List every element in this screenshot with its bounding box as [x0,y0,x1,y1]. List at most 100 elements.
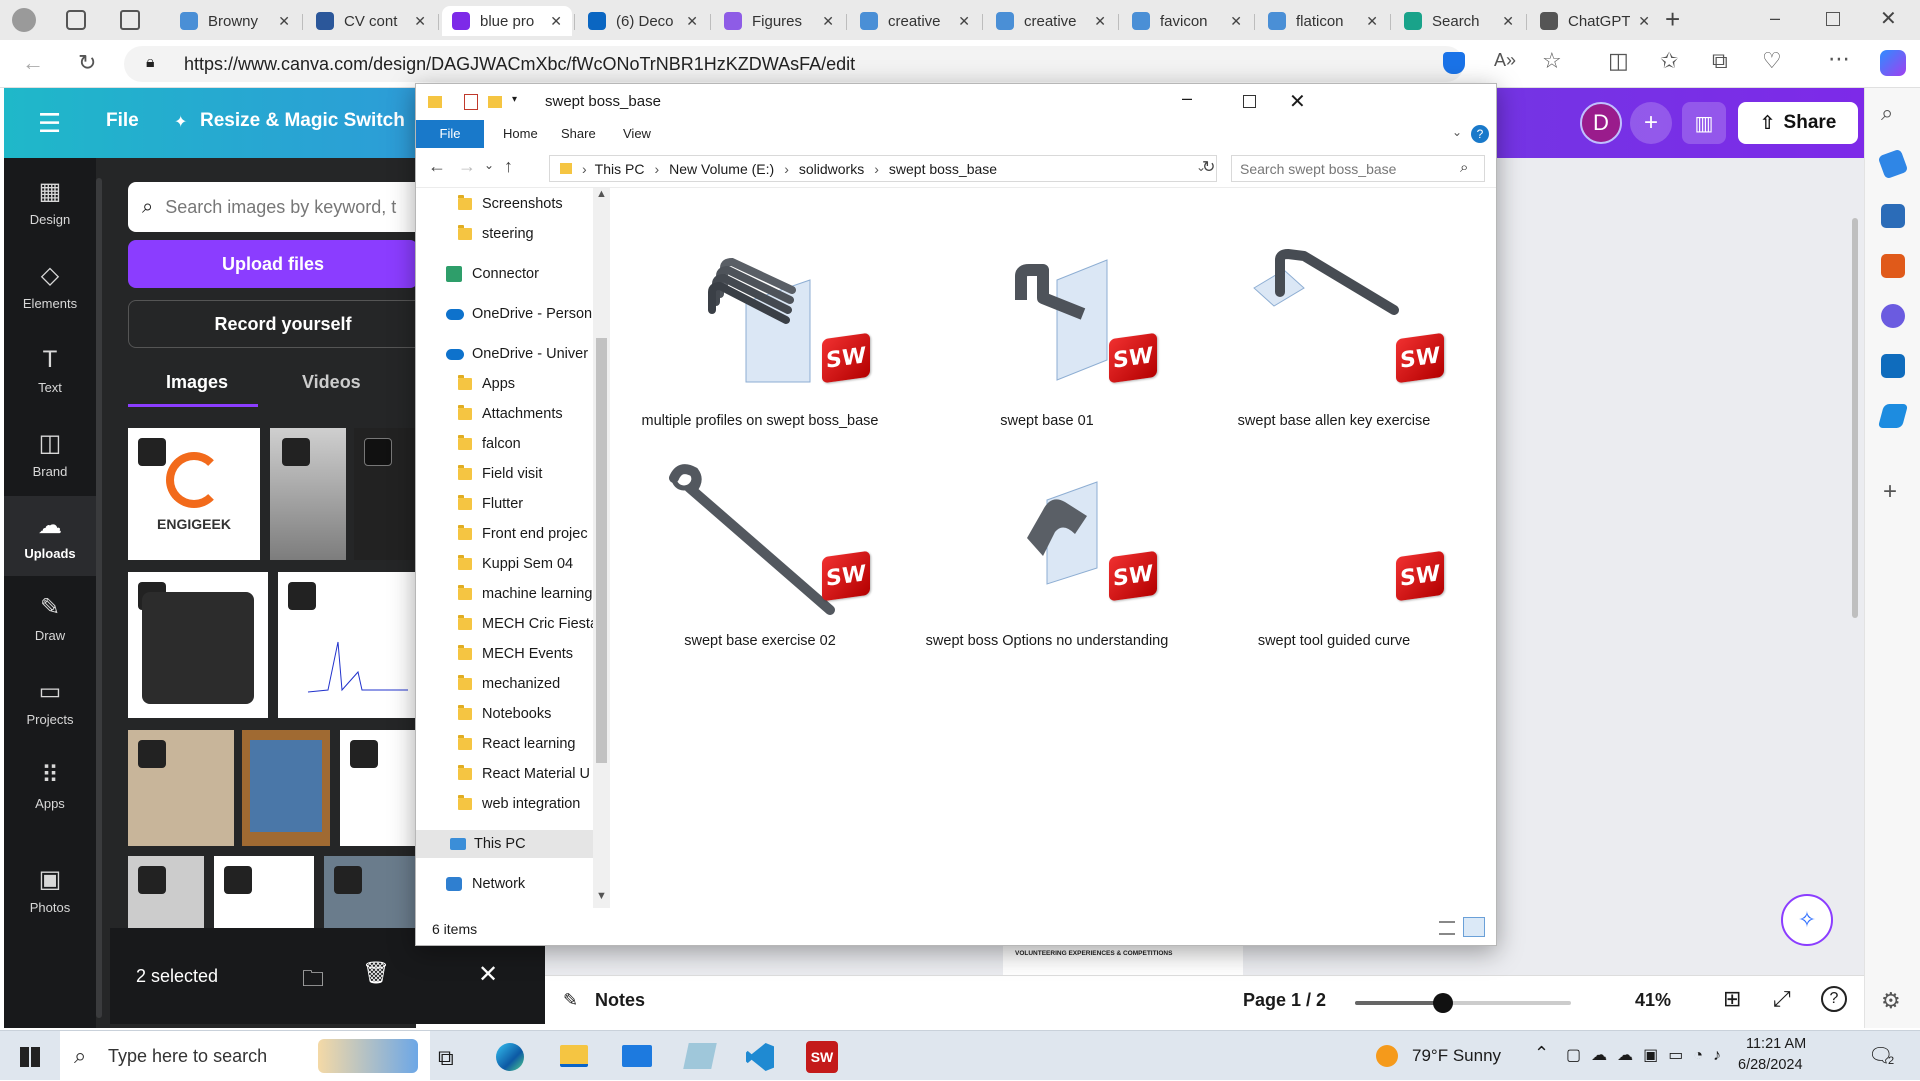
edge-taskbar-icon[interactable] [496,1043,524,1071]
help-icon[interactable]: ? [1821,986,1847,1012]
browser-tab[interactable]: flaticon ✕ [1258,6,1388,36]
file-menu-button[interactable]: File [106,110,139,132]
crumb-swept-boss-base[interactable]: swept boss_base [889,161,997,177]
taskbar-search[interactable]: ⌕ Type here to search [60,1031,430,1081]
copilot-app-icon[interactable] [1881,304,1905,328]
upload-thumb[interactable] [242,730,330,846]
browser-tab[interactable]: Browny ✕ [170,6,300,36]
app-taskbar-icon[interactable] [683,1043,717,1069]
tab-images[interactable]: Images [166,372,228,393]
tab-close-icon[interactable]: ✕ [1094,13,1106,30]
share-button[interactable]: ⇧ Share [1738,102,1858,144]
insights-icon[interactable]: ▥ [1682,102,1726,144]
copilot-icon[interactable] [1880,50,1906,76]
nav-item[interactable]: Notebooks [458,700,551,728]
nav-item[interactable]: Kuppi Sem 04 [458,550,573,578]
file-item[interactable]: SW multiple profiles on swept boss_base [630,240,890,440]
browser-tab[interactable]: CV cont ✕ [306,6,436,36]
extension-icon[interactable] [1443,52,1465,74]
nav-item[interactable]: OneDrive - Person [446,300,592,328]
browser-essentials-icon[interactable]: ♡ [1762,48,1782,74]
zoom-slider-thumb[interactable] [1433,993,1453,1013]
ex-back-icon[interactable]: ← [428,156,446,177]
file-item[interactable]: SW swept base allen key exercise [1204,240,1464,440]
nav-item[interactable]: React learning [458,730,576,758]
user-avatar[interactable]: D [1580,102,1622,144]
explorer-search-field[interactable]: Search swept boss_base ⌕ [1231,155,1485,182]
more-icon[interactable]: ⋯ [1828,46,1850,72]
clock-date[interactable]: 6/28/2024 [1738,1057,1803,1073]
nav-item[interactable]: Attachments [458,400,563,428]
scroll-down-icon[interactable]: ▼ [596,890,607,902]
crumb-chevron-icon[interactable]: › [784,161,789,177]
outlook-icon[interactable] [1881,354,1905,378]
nav-item[interactable]: Field visit [458,460,542,488]
start-icon[interactable] [20,1047,40,1067]
file-item[interactable]: SW swept base 01 [917,240,1177,440]
upload-thumb[interactable] [324,856,416,936]
select-checkbox[interactable] [224,866,252,894]
minimize-icon[interactable]: – [1770,8,1780,29]
nav-item[interactable]: web integration [458,790,580,818]
profile-icon[interactable] [12,8,36,32]
resize-button[interactable]: Resize & Magic Switch [200,110,405,132]
lock-icon[interactable]: 🔒︎ [146,54,155,72]
browser-tab[interactable]: (6) Deco ✕ [578,6,708,36]
weather-text[interactable]: 79°F Sunny [1412,1046,1501,1066]
ex-close-icon[interactable]: ✕ [1289,89,1306,114]
sidebar-item-draw[interactable]: ✎ Draw [4,578,96,658]
upload-files-button[interactable]: Upload files [128,240,416,288]
new-tab-icon[interactable]: + [1665,4,1680,35]
tab-close-icon[interactable]: ✕ [278,13,290,30]
crumb-chevron-icon[interactable]: › [582,161,587,177]
add-collaborator-icon[interactable]: + [1630,102,1672,144]
upload-thumb[interactable] [214,856,314,936]
tab-close-icon[interactable]: ✕ [550,13,562,30]
ribbon-tab-file[interactable]: File [416,120,484,148]
nav-item[interactable]: Network [446,870,525,898]
vscode-taskbar-icon[interactable] [746,1043,774,1071]
details-view-icon[interactable] [1439,921,1455,935]
sidebar-item-design[interactable]: ▦ Design [4,162,96,242]
tab-close-icon[interactable]: ✕ [1230,13,1242,30]
properties-icon[interactable] [464,94,478,110]
nav-item[interactable]: Front end projec [458,520,588,548]
browser-tab[interactable]: Search ✕ [1394,6,1524,36]
upload-thumb[interactable] [354,428,416,560]
ribbon-tab-view[interactable]: View [609,120,665,148]
large-icons-view-icon[interactable] [1463,917,1485,937]
select-checkbox[interactable] [350,740,378,768]
sidebar-item-photos[interactable]: ▣ Photos [4,850,96,930]
grid-view-icon[interactable]: ⊞ [1723,986,1741,1012]
tab-actions-icon[interactable] [120,10,140,30]
tab-close-icon[interactable]: ✕ [414,13,426,30]
upload-thumb[interactable] [278,572,416,718]
search-icon[interactable]: ⌕ [1881,100,1893,126]
sidebar-item-projects[interactable]: ▭ Projects [4,662,96,742]
fullscreen-icon[interactable]: ⤢ [1773,986,1791,1012]
scroll-up-icon[interactable]: ▲ [596,188,607,200]
file-explorer-taskbar-icon[interactable] [560,1045,588,1067]
sidebar-item-text[interactable]: T Text [4,330,96,410]
add-sidebar-app-icon[interactable]: + [1883,478,1897,506]
nav-item[interactable]: falcon [458,430,521,458]
trash-icon[interactable]: 🗑︎ [362,960,390,986]
refresh-icon[interactable]: ↻ [78,50,96,76]
browser-tab[interactable]: creative ✕ [850,6,980,36]
ex-refresh-icon[interactable]: ↻ [1202,157,1215,177]
tab-close-icon[interactable]: ✕ [1502,13,1514,30]
ex-maximize-icon[interactable] [1243,95,1256,108]
nav-item[interactable]: Screenshots [458,190,563,218]
magic-icon[interactable]: ✦ [174,112,187,132]
address-breadcrumb[interactable]: › This PC › New Volume (E:) › solidworks… [549,155,1217,182]
crumb-solidworks[interactable]: solidworks [799,161,864,177]
select-checkbox[interactable] [282,438,310,466]
ribbon-tab-share[interactable]: Share [547,120,610,148]
select-checkbox[interactable] [138,438,166,466]
nav-item[interactable]: mechanized [458,670,560,698]
favorite-icon[interactable]: ☆ [1542,48,1562,74]
sidebar-item-elements[interactable]: ◇ Elements [4,246,96,326]
tray-icons[interactable]: ▢☁☁▣▭◔♪ [1566,1045,1731,1065]
solidworks-taskbar-icon[interactable]: SW [806,1041,838,1073]
nav-item[interactable]: Flutter [458,490,523,518]
